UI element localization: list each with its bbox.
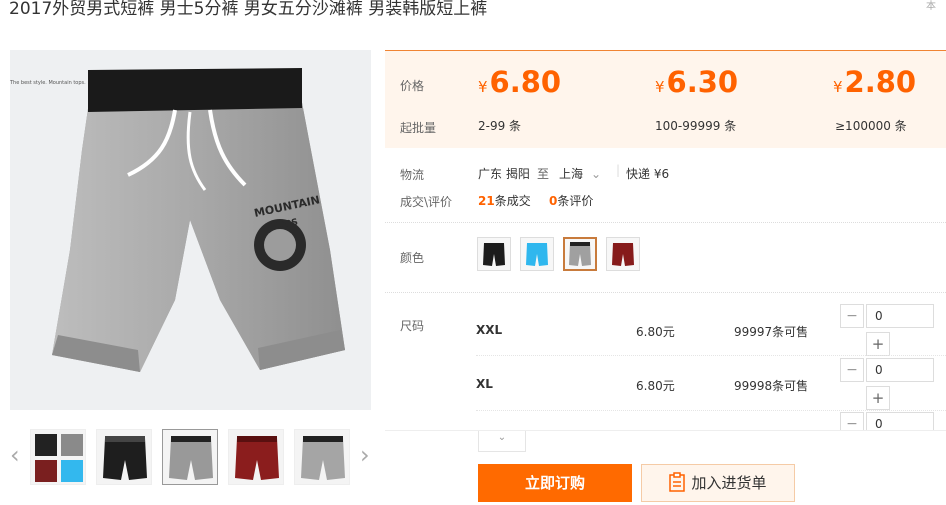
clipboard-icon: [669, 472, 686, 492]
color-label: 颜色: [400, 251, 425, 265]
quantity-stepper: − 0 +: [840, 304, 934, 356]
express-fee: 快递 ¥6: [626, 167, 670, 181]
increment-button[interactable]: +: [866, 386, 890, 410]
color-swatch-grey[interactable]: [563, 237, 597, 271]
section-divider: [385, 222, 946, 223]
expand-button[interactable]: ⌄: [478, 431, 526, 452]
quantity-stepper: − 0 +: [840, 358, 934, 410]
buy-now-button[interactable]: 立即订购: [478, 464, 632, 502]
price-tier-2: ¥6.30: [655, 65, 739, 99]
moq-tier-2: 100-99999 条: [655, 119, 737, 133]
quantity-input[interactable]: 0: [866, 358, 934, 382]
add-to-purchase-list-button[interactable]: 加入进货单: [641, 464, 795, 502]
quantity-input[interactable]: 0: [866, 412, 934, 430]
color-swatch-black[interactable]: [477, 237, 511, 271]
moq-tier-1: 2-99 条: [478, 119, 522, 133]
thumbnail-strip: ‹ ›: [10, 425, 380, 495]
sku-bottom-border: [385, 430, 946, 431]
sku-price: 6.80元: [636, 379, 675, 393]
logistics-label: 物流: [400, 168, 425, 182]
price-tier-1: ¥6.80: [478, 65, 562, 99]
thumbnail-3[interactable]: [162, 429, 218, 485]
ship-to-word: 至: [537, 167, 550, 181]
deal-count[interactable]: 21条成交: [478, 192, 531, 209]
sku-price: 6.80元: [636, 325, 675, 339]
ship-from: 广东 揭阳: [478, 167, 530, 181]
main-product-image: MOUNTAIN TOPS The best style. Mountain t…: [10, 50, 371, 410]
deals-label: 成交\评价: [400, 195, 453, 209]
color-swatch-maroon[interactable]: [606, 237, 640, 271]
divider: |: [616, 163, 621, 177]
thumbnail-1[interactable]: [30, 429, 86, 485]
thumbnail-2[interactable]: [96, 429, 152, 485]
ship-to-select[interactable]: 上海 ⌄: [559, 165, 601, 182]
quantity-stepper: − 0: [840, 412, 934, 430]
product-title: 2017外贸男式短裤 男士5分裤 男女五分沙滩裤 男装韩版短上裤: [9, 0, 488, 19]
decrement-button[interactable]: −: [840, 358, 864, 382]
image-tag: The best style. Mountain tops.: [10, 80, 86, 86]
moq-label: 起批量: [400, 121, 437, 135]
price-panel: 价格 起批量 ¥6.80 ¥6.30 ¥2.80 2-99 条 100-9999…: [385, 50, 946, 148]
review-count[interactable]: 0条评价: [549, 192, 593, 209]
sku-list: XXL 6.80元 99997条可售 − 0 + XL 6.80元 99998条…: [400, 300, 946, 430]
sku-stock: 99998条可售: [734, 379, 809, 393]
color-swatch-blue[interactable]: [520, 237, 554, 271]
thumbnail-4[interactable]: [228, 429, 284, 485]
row-divider: [476, 355, 946, 356]
section-divider: [385, 292, 946, 293]
decrement-button[interactable]: −: [840, 304, 864, 328]
chevron-left-icon[interactable]: ‹: [10, 443, 20, 467]
sku-name: XXL: [476, 323, 503, 337]
increment-button[interactable]: +: [866, 332, 890, 356]
decrement-button[interactable]: −: [840, 412, 864, 430]
chevron-down-icon: ⌄: [591, 167, 602, 181]
row-divider: [476, 410, 946, 411]
price-tier-3: ¥2.80: [833, 65, 917, 99]
moq-tier-3: ≥100000 条: [835, 119, 907, 133]
sku-stock: 99997条可售: [734, 325, 809, 339]
chevron-right-icon[interactable]: ›: [360, 443, 370, 467]
sku-name: XL: [476, 377, 493, 391]
price-label: 价格: [400, 79, 425, 93]
corner-mark: 本: [926, 1, 936, 12]
quantity-input[interactable]: 0: [866, 304, 934, 328]
thumbnail-5[interactable]: [294, 429, 350, 485]
